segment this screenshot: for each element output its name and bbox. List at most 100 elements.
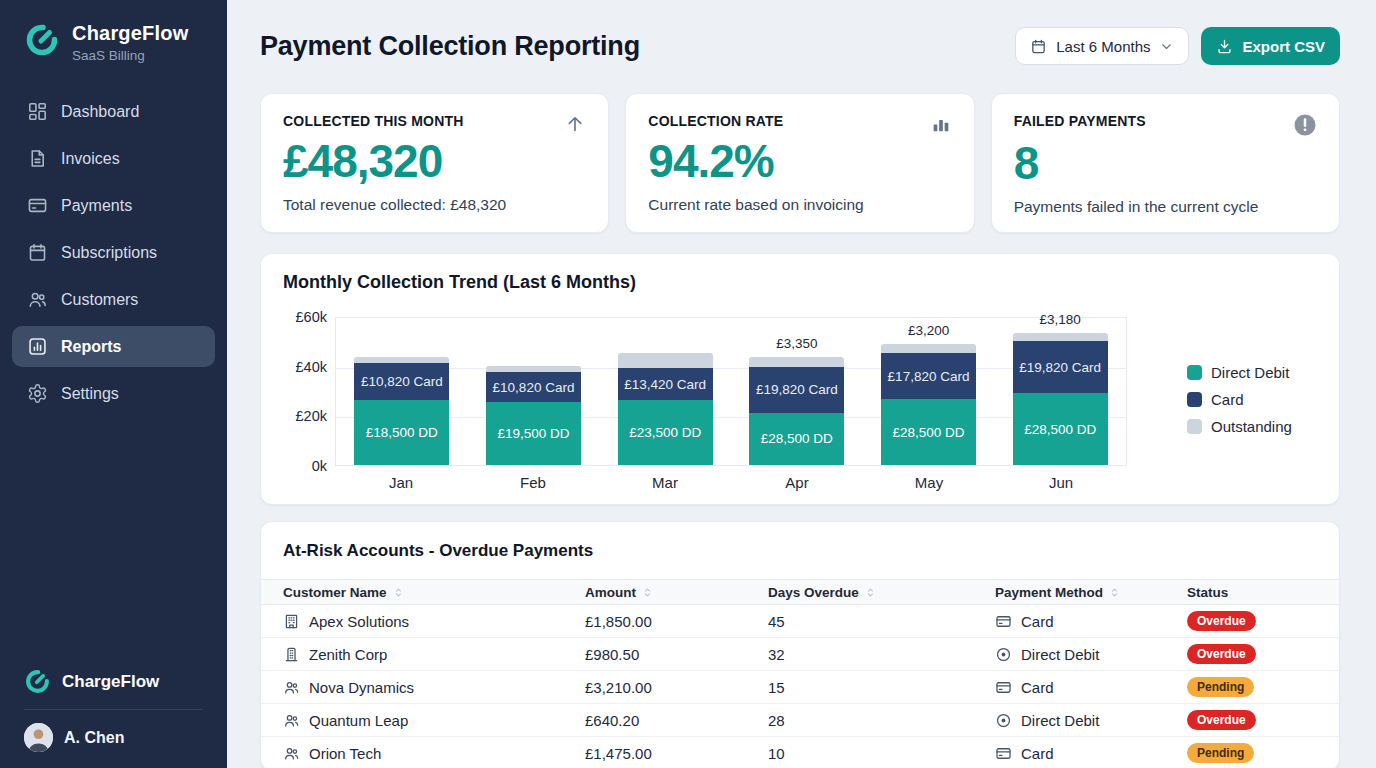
segment-outstanding bbox=[618, 353, 713, 368]
sidebar-nav: Dashboard Invoices Payments Subscriptions Cu… bbox=[0, 91, 227, 420]
stat-label: COLLECTION RATE bbox=[648, 113, 783, 129]
segment-card: £10,820 Card bbox=[354, 363, 449, 400]
status-badge: Overdue bbox=[1187, 611, 1256, 631]
column-header-status: Status bbox=[1187, 585, 1317, 600]
subscriptions-icon bbox=[27, 242, 48, 263]
segment-outstanding bbox=[749, 357, 844, 367]
stat-card-collected-this-month: COLLECTED THIS MONTH£48,320Total revenue… bbox=[260, 93, 609, 233]
x-axis-label: Jun bbox=[995, 474, 1127, 491]
sidebar-item-dashboard[interactable]: Dashboard bbox=[12, 91, 215, 132]
bar-feb: £10,820 Card£19,500 DD bbox=[468, 318, 600, 465]
users-icon bbox=[283, 712, 300, 729]
payment-method: Direct Debit bbox=[1021, 646, 1099, 663]
footer-brand-name: ChargeFlow bbox=[62, 672, 159, 692]
payment-method: Direct Debit bbox=[1021, 712, 1099, 729]
outstanding-value-label: £3,180 bbox=[994, 312, 1126, 327]
chart-card: Monthly Collection Trend (Last 6 Months)… bbox=[260, 253, 1340, 505]
sidebar-item-payments[interactable]: Payments bbox=[12, 185, 215, 226]
customers-icon bbox=[27, 289, 48, 310]
legend-item-outstanding: Outstanding bbox=[1187, 418, 1301, 435]
table-row-apex-solutions[interactable]: Apex Solutions£1,850.0045CardOverdue bbox=[261, 605, 1339, 638]
segment-direct-debit: £23,500 DD bbox=[618, 400, 713, 465]
date-range-label: Last 6 Months bbox=[1056, 38, 1150, 55]
payment-method: Card bbox=[1021, 679, 1054, 696]
avatar bbox=[24, 723, 53, 752]
table-row-nova-dynamics[interactable]: Nova Dynamics£3,210.0015CardPending bbox=[261, 671, 1339, 704]
table-row-zenith-corp[interactable]: Zenith Corp £980.5032 Direct Debit Overdue bbox=[261, 638, 1339, 671]
amount: £980.50 bbox=[585, 646, 768, 663]
stat-caption: Current rate based on invoicing bbox=[648, 196, 951, 214]
legend-swatch bbox=[1187, 365, 1202, 380]
customer-name: Zenith Corp bbox=[309, 646, 387, 663]
y-axis-tick-label: £60k bbox=[283, 309, 327, 325]
card-icon bbox=[995, 745, 1012, 762]
table-row-orion-tech[interactable]: Orion Tech£1,475.0010CardPending bbox=[261, 737, 1339, 768]
sidebar-item-settings[interactable]: Settings bbox=[12, 373, 215, 414]
y-axis-tick-label: 0k bbox=[283, 458, 327, 474]
column-header-payment-method[interactable]: Payment Method bbox=[995, 585, 1187, 600]
sidebar-item-invoices[interactable]: Invoices bbox=[12, 138, 215, 179]
days-overdue: 28 bbox=[768, 712, 995, 729]
building-2-icon bbox=[283, 646, 300, 663]
sidebar-item-customers[interactable]: Customers bbox=[12, 279, 215, 320]
header-actions: Last 6 Months Export CSV bbox=[1015, 27, 1340, 65]
sidebar-item-label: Reports bbox=[61, 338, 121, 356]
at-risk-table-card: At-Risk Accounts - Overdue Payments Cust… bbox=[260, 521, 1340, 768]
legend-swatch bbox=[1187, 392, 1202, 407]
sort-icon bbox=[864, 586, 877, 599]
outstanding-value-label: £3,350 bbox=[731, 336, 863, 351]
status-badge: Overdue bbox=[1187, 710, 1256, 730]
brand: ChargeFlow SaaS Billing bbox=[0, 0, 227, 63]
chargeflow-logo-icon bbox=[24, 22, 60, 58]
outstanding-value-label: £3,200 bbox=[863, 323, 995, 338]
x-axis-label: Mar bbox=[599, 474, 731, 491]
x-axis-label: Jan bbox=[335, 474, 467, 491]
invoices-icon bbox=[27, 148, 48, 169]
column-header-customer-name[interactable]: Customer Name bbox=[283, 585, 585, 600]
segment-card: £13,420 Card bbox=[618, 368, 713, 400]
users-icon bbox=[283, 745, 300, 762]
sidebar-item-label: Settings bbox=[61, 385, 119, 403]
amount: £3,210.00 bbox=[585, 679, 768, 696]
status-badge: Pending bbox=[1187, 743, 1254, 763]
segment-outstanding bbox=[881, 344, 976, 353]
arrow-up-icon bbox=[564, 113, 586, 135]
days-overdue: 32 bbox=[768, 646, 995, 663]
sidebar-item-subscriptions[interactable]: Subscriptions bbox=[12, 232, 215, 273]
sidebar-item-label: Payments bbox=[61, 197, 132, 215]
bar-apr: £3,350£19,820 Card£28,500 DD bbox=[731, 318, 863, 465]
direct-debit-icon bbox=[995, 712, 1012, 729]
sidebar-item-label: Customers bbox=[61, 291, 138, 309]
sidebar-item-reports[interactable]: Reports bbox=[12, 326, 215, 367]
y-axis-tick-label: £40k bbox=[283, 359, 327, 375]
user-menu[interactable]: A. Chen bbox=[24, 723, 203, 752]
export-csv-button[interactable]: Export CSV bbox=[1201, 27, 1340, 65]
page-title: Payment Collection Reporting bbox=[260, 31, 640, 62]
table-header-row: Customer NameAmount Days OverduePayment M… bbox=[261, 579, 1339, 605]
column-header-days-overdue[interactable]: Days Overdue bbox=[768, 585, 995, 600]
stat-caption: Payments failed in the current cycle bbox=[1014, 198, 1317, 216]
settings-icon bbox=[27, 383, 48, 404]
column-header-label: Amount bbox=[585, 585, 636, 600]
sort-icon bbox=[392, 586, 405, 599]
segment-outstanding bbox=[1013, 333, 1108, 341]
card-icon bbox=[995, 613, 1012, 630]
main-content: Payment Collection Reporting Last 6 Mont… bbox=[227, 0, 1376, 768]
table-title: At-Risk Accounts - Overdue Payments bbox=[261, 522, 1339, 579]
sidebar: ChargeFlow SaaS Billing Dashboard Invoice… bbox=[0, 0, 227, 768]
legend-swatch bbox=[1187, 419, 1202, 434]
date-range-dropdown[interactable]: Last 6 Months bbox=[1015, 27, 1189, 65]
column-header-amount[interactable]: Amount bbox=[585, 585, 768, 600]
export-csv-label: Export CSV bbox=[1242, 38, 1325, 55]
x-axis-label: Apr bbox=[731, 474, 863, 491]
x-axis-label: May bbox=[863, 474, 995, 491]
users-icon bbox=[283, 679, 300, 696]
status-badge: Overdue bbox=[1187, 644, 1256, 664]
stat-cards: COLLECTED THIS MONTH£48,320Total revenue… bbox=[260, 93, 1340, 233]
table-row-quantum-leap[interactable]: Quantum Leap£640.2028Direct DebitOverdue bbox=[261, 704, 1339, 737]
dashboard-icon bbox=[27, 101, 48, 122]
segment-direct-debit: £19,500 DD bbox=[486, 402, 581, 465]
y-axis-tick-label: £20k bbox=[283, 408, 327, 424]
reports-icon bbox=[27, 336, 48, 357]
segment-direct-debit: £28,500 DD bbox=[749, 413, 844, 465]
